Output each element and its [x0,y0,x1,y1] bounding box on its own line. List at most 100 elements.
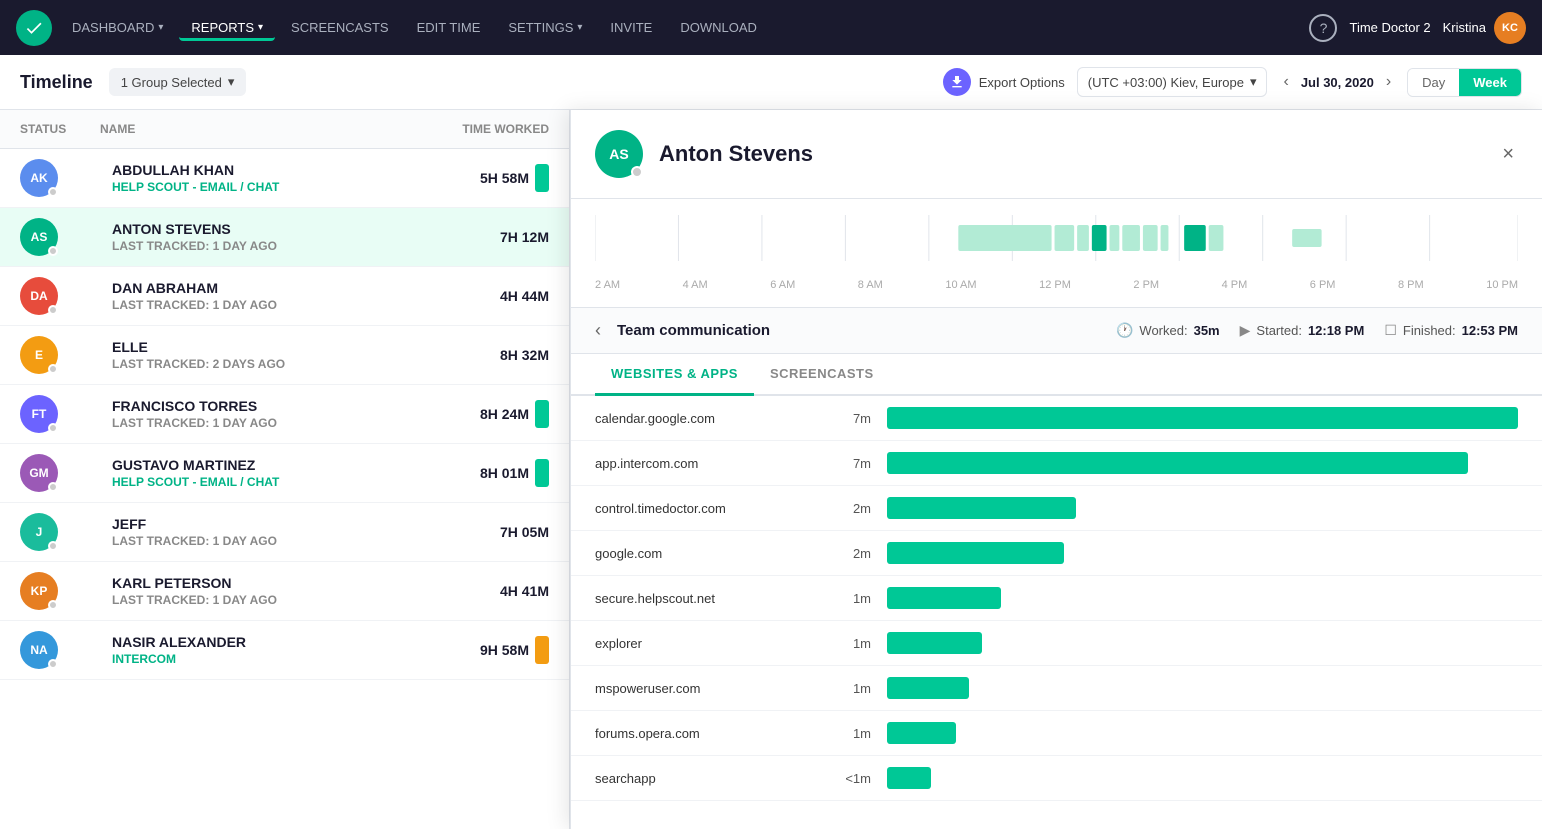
time-bar [535,636,549,664]
close-panel-button[interactable]: × [1498,139,1518,170]
detail-panel: AS Anton Stevens × [570,110,1542,829]
group-selector[interactable]: 1 Group Selected ▾ [109,68,247,96]
week-view-button[interactable]: Week [1459,69,1521,96]
avatar: GM [20,454,58,492]
status-dot [48,187,58,197]
nav-invite[interactable]: INVITE [598,14,664,41]
row-name-cell: Gustavo Martinez Help Scout - Email / Ch… [100,457,449,489]
nav-reports[interactable]: REPORTS ▾ [179,14,275,41]
play-icon: ▶ [1240,322,1251,339]
next-date-button[interactable]: › [1382,69,1395,95]
avatar: KP [20,572,58,610]
table-row[interactable]: AK Abdullah Khan Help Scout - Email / Ch… [0,149,569,208]
row-name: Nasir Alexander [112,634,449,650]
time-label-8pm: 8 PM [1398,279,1424,291]
time-labels: 2 AM 4 AM 6 AM 8 AM 10 AM 12 PM 2 PM 4 P… [595,279,1518,291]
status-dot [48,364,58,374]
table-row[interactable]: J Jeff Last Tracked: 1 day ago 7h 05m [0,503,569,562]
row-time-cell: 7h 05m [449,524,549,540]
row-time-value: 4h 44m [500,288,549,304]
table-rows: AK Abdullah Khan Help Scout - Email / Ch… [0,149,569,680]
website-name: forums.opera.com [595,726,815,741]
timeline-svg [595,215,1518,261]
row-time-cell: 5h 58m [449,164,549,192]
back-button[interactable]: ‹ [595,320,601,341]
date-navigation: ‹ Jul 30, 2020 › [1279,69,1395,95]
tab-screencasts[interactable]: SCREENCASTS [754,354,890,396]
website-bar-wrap [887,632,1518,654]
started-meta: ▶ Started: 12:18 PM [1240,322,1365,339]
help-button[interactable]: ? [1309,14,1337,42]
topnav-items: DASHBOARD ▾ REPORTS ▾ SCREENCASTS EDIT T… [60,14,1301,41]
website-row: calendar.google.com 7m [571,396,1542,441]
website-name: google.com [595,546,815,561]
time-bar [535,459,549,487]
timezone-selector[interactable]: (UTC +03:00) Kiev, Europe ▾ [1077,67,1268,97]
row-avatar-cell: AS [20,218,100,256]
website-bar-wrap [887,407,1518,429]
website-name: explorer [595,636,815,651]
row-subtitle: Last Tracked: 1 day ago [112,298,449,312]
subheader-right: Export Options (UTC +03:00) Kiev, Europe… [943,67,1522,97]
worked-meta: 🕐 Worked: 35m [1116,322,1220,339]
website-time: 2m [831,501,871,516]
section-title: Team communication [617,322,1100,339]
website-name: control.timedoctor.com [595,501,815,516]
row-time-value: 7h 12m [500,229,549,245]
status-dot [48,541,58,551]
row-subtitle: Help Scout - Email / Chat [112,180,449,194]
row-subtitle: Intercom [112,652,449,666]
table-row[interactable]: AS Anton Stevens Last Tracked: 1 day ago… [0,208,569,267]
time-bar [535,400,549,428]
table-row[interactable]: GM Gustavo Martinez Help Scout - Email /… [0,444,569,503]
table-row[interactable]: NA Nasir Alexander Intercom 9h 58m [0,621,569,680]
app-logo[interactable] [16,10,52,46]
panel-tabs: WEBSITES & APPS SCREENCASTS [571,354,1542,396]
row-time-value: 7h 05m [500,524,549,540]
row-time-value: 5h 58m [480,170,529,186]
website-time: 2m [831,546,871,561]
row-time-cell: 8h 32m [449,347,549,363]
time-label-6am: 6 AM [770,279,795,291]
col-time-header: Time Worked [449,122,549,136]
col-status-header: Status [20,122,100,136]
nav-edit-time[interactable]: EDIT TIME [405,14,493,41]
nav-screencasts[interactable]: SCREENCASTS [279,14,401,41]
topnav: DASHBOARD ▾ REPORTS ▾ SCREENCASTS EDIT T… [0,0,1542,55]
prev-date-button[interactable]: ‹ [1279,69,1292,95]
row-name: Anton Stevens [112,221,449,237]
time-label-4am: 4 AM [683,279,708,291]
nav-dashboard[interactable]: DASHBOARD ▾ [60,14,175,41]
table-row[interactable]: KP Karl Peterson Last Tracked: 1 day ago… [0,562,569,621]
row-time-value: 8h 24m [480,406,529,422]
export-button[interactable]: Export Options [943,68,1065,96]
day-view-button[interactable]: Day [1408,69,1459,96]
website-time: 7m [831,456,871,471]
website-time: <1m [831,771,871,786]
avatar: AS [20,218,58,256]
row-time-value: 9h 58m [480,642,529,658]
row-name: Francisco Torres [112,398,449,414]
website-row: forums.opera.com 1m [571,711,1542,756]
tab-websites-apps[interactable]: WEBSITES & APPS [595,354,754,396]
status-dot [48,482,58,492]
user-menu[interactable]: Kristina KC [1443,12,1526,44]
row-subtitle: Last Tracked: 1 day ago [112,593,449,607]
status-dot [48,659,58,669]
nav-settings[interactable]: SETTINGS ▾ [496,14,594,41]
table-row[interactable]: DA Dan Abraham Last Tracked: 1 day ago 4… [0,267,569,326]
row-subtitle: Last Tracked: 1 day ago [112,534,449,548]
website-bar [887,452,1468,474]
row-name: Dan Abraham [112,280,449,296]
row-subtitle: Help Scout - Email / Chat [112,475,449,489]
nav-download[interactable]: DOWNLOAD [668,14,769,41]
website-bar [887,767,931,789]
table-row[interactable]: E Elle Last Tracked: 2 days ago 8h 32m [0,326,569,385]
avatar: NA [20,631,58,669]
time-label-12pm: 12 PM [1039,279,1071,291]
website-time: 7m [831,411,871,426]
row-time-cell: 8h 01m [449,459,549,487]
chevron-down-icon: ▾ [158,22,163,33]
table-header: Status Name Time Worked [0,110,569,149]
table-row[interactable]: FT Francisco Torres Last Tracked: 1 day … [0,385,569,444]
